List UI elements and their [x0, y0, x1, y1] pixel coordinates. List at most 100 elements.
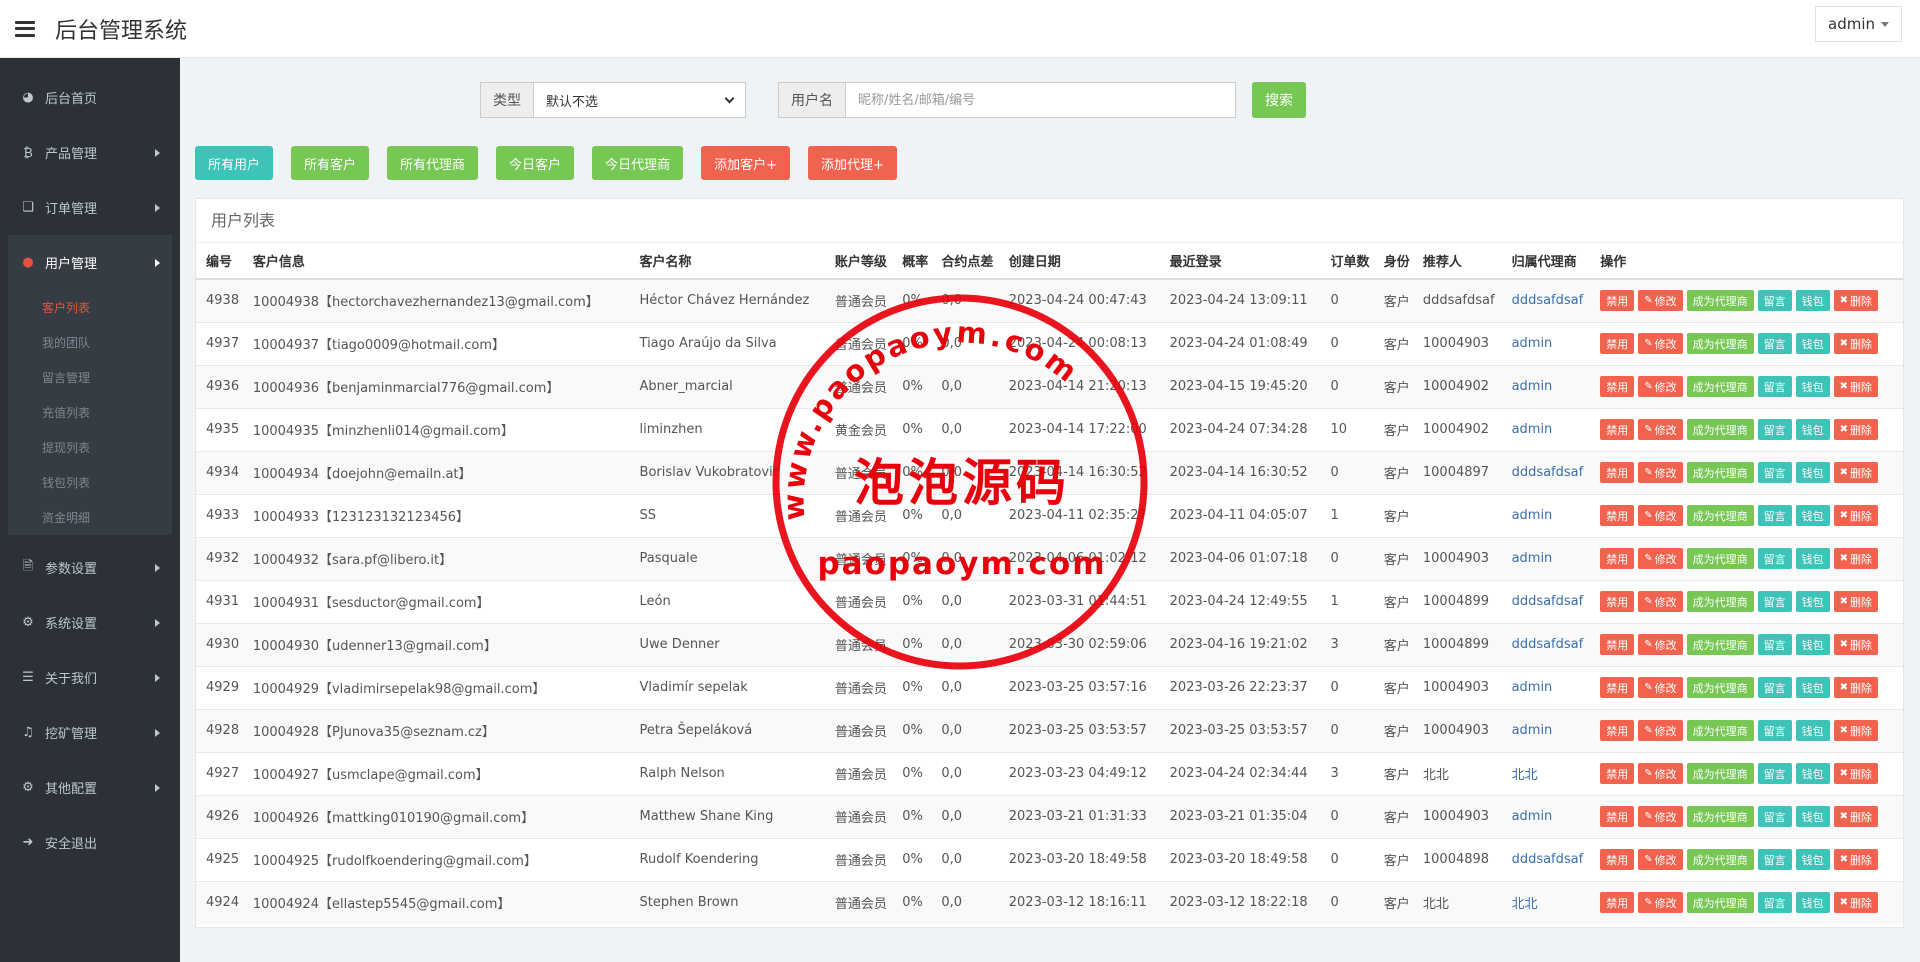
sidebar-item-other[interactable]: ⚙ 其他配置 [0, 760, 180, 815]
today-customers-button[interactable]: 今日客户 [496, 146, 575, 180]
disable-button[interactable]: 禁用 [1600, 892, 1635, 914]
delete-button[interactable]: ✖ 删除 [1833, 634, 1879, 655]
delete-button[interactable]: ✖ 删除 [1833, 892, 1879, 914]
make-agent-button[interactable]: 成为代理商 [1686, 763, 1754, 784]
delete-button[interactable]: ✖ 删除 [1833, 591, 1879, 612]
wallet-button[interactable]: 钱包 [1795, 806, 1830, 827]
disable-button[interactable]: 禁用 [1600, 763, 1635, 784]
all-customers-button[interactable]: 所有客户 [291, 146, 370, 180]
message-button[interactable]: 留言 [1757, 505, 1792, 526]
sidebar-item-products[interactable]: ₿ 产品管理 [0, 125, 180, 180]
message-button[interactable]: 留言 [1757, 720, 1792, 741]
message-button[interactable]: 留言 [1757, 763, 1792, 784]
wallet-button[interactable]: 钱包 [1795, 634, 1830, 655]
make-agent-button[interactable]: 成为代理商 [1686, 419, 1754, 440]
disable-button[interactable]: 禁用 [1600, 548, 1635, 569]
disable-button[interactable]: 禁用 [1600, 376, 1635, 397]
disable-button[interactable]: 禁用 [1600, 290, 1635, 312]
wallet-button[interactable]: 钱包 [1795, 591, 1830, 612]
delete-button[interactable]: ✖ 删除 [1833, 548, 1879, 569]
make-agent-button[interactable]: 成为代理商 [1686, 849, 1754, 870]
edit-button[interactable]: ✎ 修改 [1638, 591, 1683, 612]
disable-button[interactable]: 禁用 [1600, 849, 1635, 870]
delete-button[interactable]: ✖ 删除 [1833, 763, 1879, 784]
delete-button[interactable]: ✖ 删除 [1833, 720, 1879, 741]
make-agent-button[interactable]: 成为代理商 [1686, 677, 1754, 698]
wallet-button[interactable]: 钱包 [1795, 849, 1830, 870]
make-agent-button[interactable]: 成为代理商 [1686, 892, 1754, 914]
make-agent-button[interactable]: 成为代理商 [1686, 720, 1754, 741]
today-agents-button[interactable]: 今日代理商 [592, 146, 684, 180]
message-button[interactable]: 留言 [1757, 548, 1792, 569]
wallet-button[interactable]: 钱包 [1795, 892, 1830, 914]
all-users-button[interactable]: 所有用户 [195, 146, 274, 180]
wallet-button[interactable]: 钱包 [1795, 720, 1830, 741]
wallet-button[interactable]: 钱包 [1795, 462, 1830, 483]
delete-button[interactable]: ✖ 删除 [1833, 419, 1879, 440]
type-select[interactable]: 默认不选 [534, 82, 746, 118]
disable-button[interactable]: 禁用 [1600, 634, 1635, 655]
edit-button[interactable]: ✎ 修改 [1638, 419, 1683, 440]
sidebar-item-system[interactable]: ⚙ 系统设置 [0, 595, 180, 650]
sidebar-item-orders[interactable]: ❏ 订单管理 [0, 180, 180, 235]
submenu-messages[interactable]: 留言管理 [8, 360, 172, 395]
menu-toggle-icon[interactable] [15, 20, 35, 37]
delete-button[interactable]: ✖ 删除 [1833, 376, 1879, 397]
sidebar-item-logout[interactable]: ➜ 安全退出 [0, 815, 180, 870]
disable-button[interactable]: 禁用 [1600, 677, 1635, 698]
message-button[interactable]: 留言 [1757, 376, 1792, 397]
wallet-button[interactable]: 钱包 [1795, 290, 1830, 312]
message-button[interactable]: 留言 [1757, 290, 1792, 312]
wallet-button[interactable]: 钱包 [1795, 376, 1830, 397]
delete-button[interactable]: ✖ 删除 [1833, 806, 1879, 827]
delete-button[interactable]: ✖ 删除 [1833, 677, 1879, 698]
edit-button[interactable]: ✎ 修改 [1638, 376, 1683, 397]
delete-button[interactable]: ✖ 删除 [1833, 505, 1879, 526]
make-agent-button[interactable]: 成为代理商 [1686, 376, 1754, 397]
message-button[interactable]: 留言 [1757, 462, 1792, 483]
make-agent-button[interactable]: 成为代理商 [1686, 290, 1754, 312]
disable-button[interactable]: 禁用 [1600, 333, 1635, 354]
message-button[interactable]: 留言 [1757, 849, 1792, 870]
submenu-deposits[interactable]: 充值列表 [8, 395, 172, 430]
message-button[interactable]: 留言 [1757, 591, 1792, 612]
make-agent-button[interactable]: 成为代理商 [1686, 591, 1754, 612]
submenu-wallets[interactable]: 钱包列表 [8, 465, 172, 500]
submenu-funds[interactable]: 资金明细 [8, 500, 172, 535]
message-button[interactable]: 留言 [1757, 677, 1792, 698]
make-agent-button[interactable]: 成为代理商 [1686, 462, 1754, 483]
delete-button[interactable]: ✖ 删除 [1833, 290, 1879, 312]
edit-button[interactable]: ✎ 修改 [1638, 462, 1683, 483]
sidebar-item-about[interactable]: ☰ 关于我们 [0, 650, 180, 705]
add-agent-button[interactable]: 添加代理+ [807, 146, 897, 180]
wallet-button[interactable]: 钱包 [1795, 677, 1830, 698]
wallet-button[interactable]: 钱包 [1795, 505, 1830, 526]
message-button[interactable]: 留言 [1757, 892, 1792, 914]
disable-button[interactable]: 禁用 [1600, 462, 1635, 483]
sidebar-item-mining[interactable]: ♫ 挖矿管理 [0, 705, 180, 760]
make-agent-button[interactable]: 成为代理商 [1686, 806, 1754, 827]
username-search-input[interactable] [846, 82, 1236, 118]
edit-button[interactable]: ✎ 修改 [1638, 333, 1683, 354]
disable-button[interactable]: 禁用 [1600, 419, 1635, 440]
submenu-withdrawals[interactable]: 提现列表 [8, 430, 172, 465]
edit-button[interactable]: ✎ 修改 [1638, 290, 1683, 312]
wallet-button[interactable]: 钱包 [1795, 419, 1830, 440]
user-menu[interactable]: admin [1815, 6, 1902, 42]
wallet-button[interactable]: 钱包 [1795, 763, 1830, 784]
sidebar-item-params[interactable]: 🗎 参数设置 [0, 540, 180, 595]
make-agent-button[interactable]: 成为代理商 [1686, 548, 1754, 569]
message-button[interactable]: 留言 [1757, 634, 1792, 655]
submenu-my-team[interactable]: 我的团队 [8, 325, 172, 360]
edit-button[interactable]: ✎ 修改 [1638, 634, 1683, 655]
disable-button[interactable]: 禁用 [1600, 806, 1635, 827]
edit-button[interactable]: ✎ 修改 [1638, 548, 1683, 569]
search-button[interactable]: 搜索 [1252, 82, 1306, 118]
sidebar-item-home[interactable]: ◕ 后台首页 [0, 70, 180, 125]
message-button[interactable]: 留言 [1757, 333, 1792, 354]
disable-button[interactable]: 禁用 [1600, 591, 1635, 612]
wallet-button[interactable]: 钱包 [1795, 548, 1830, 569]
delete-button[interactable]: ✖ 删除 [1833, 462, 1879, 483]
edit-button[interactable]: ✎ 修改 [1638, 505, 1683, 526]
wallet-button[interactable]: 钱包 [1795, 333, 1830, 354]
